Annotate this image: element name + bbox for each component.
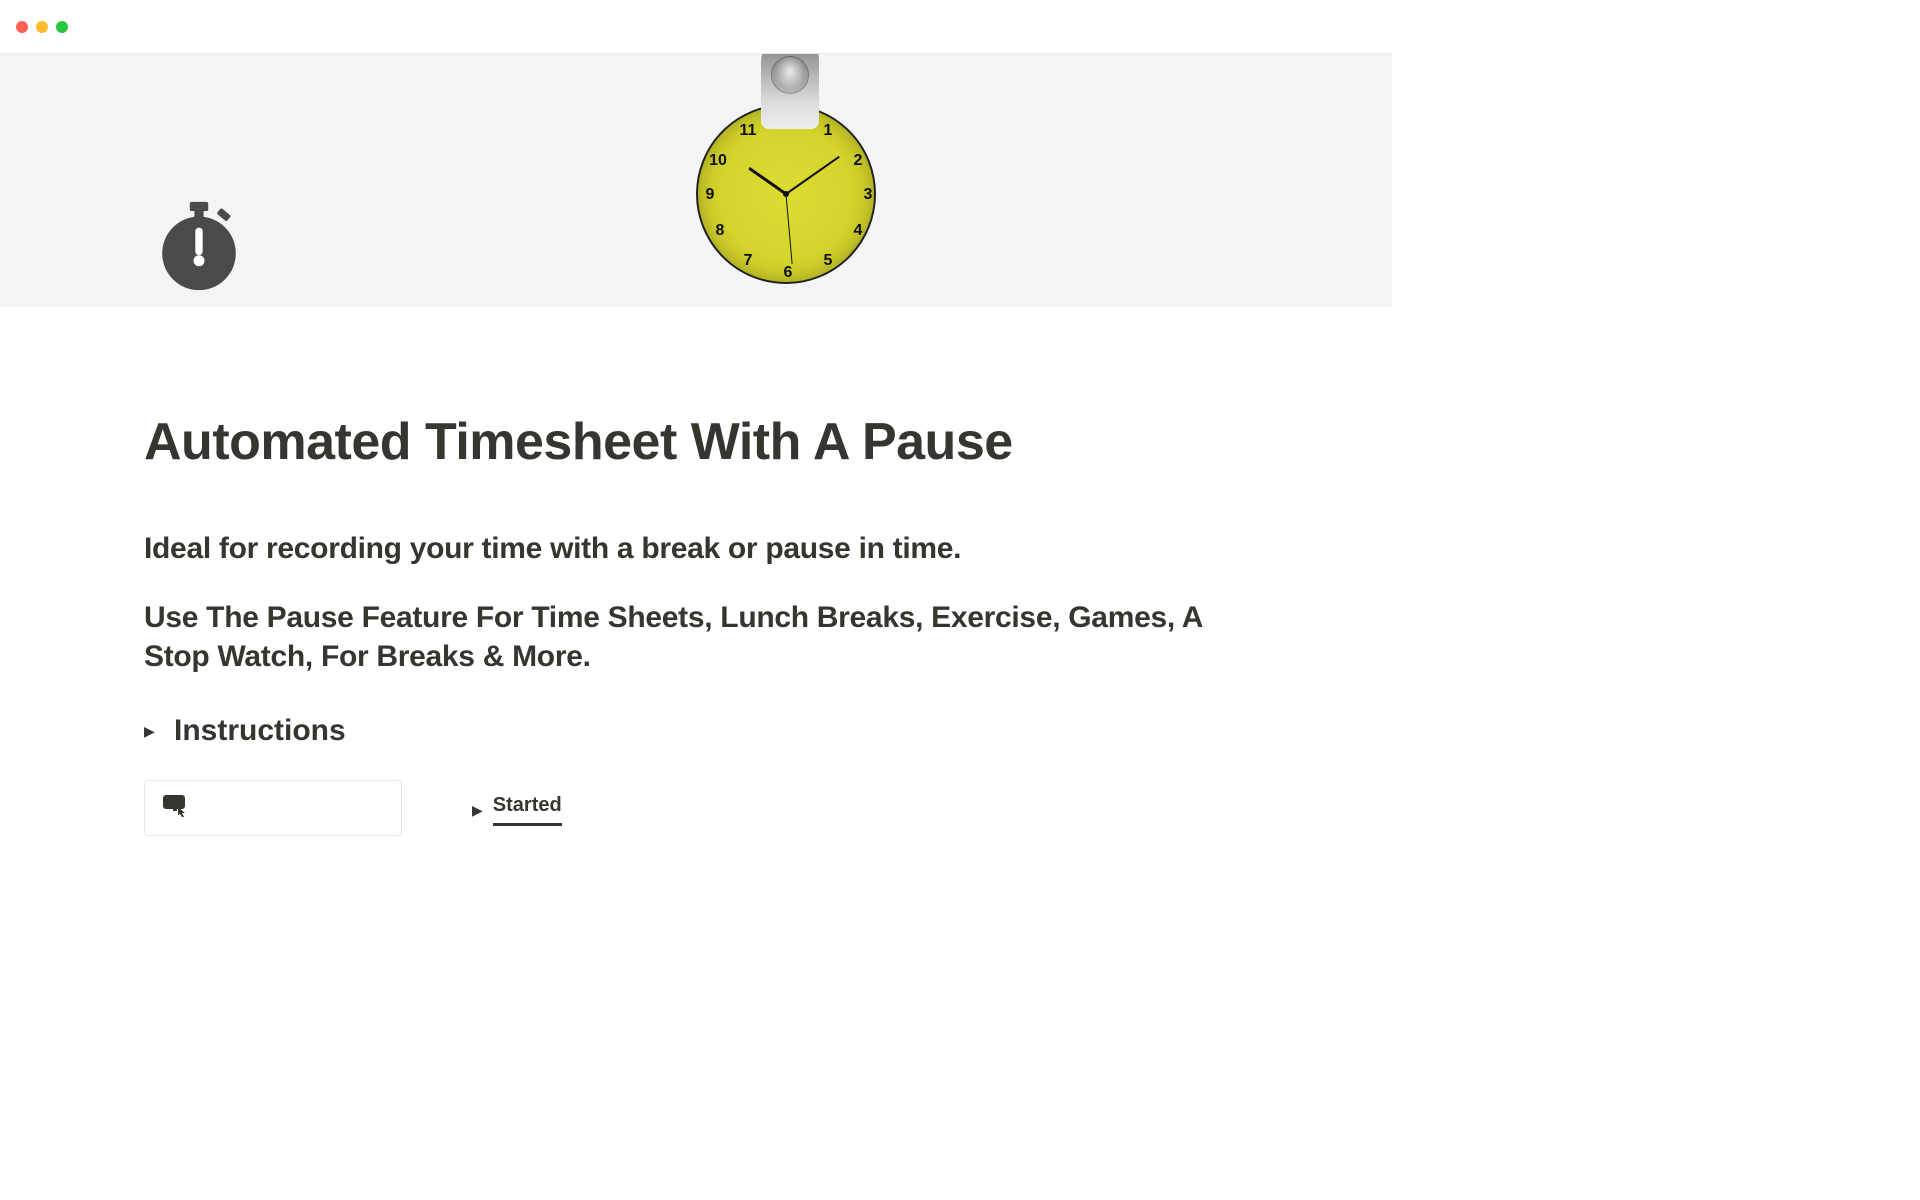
- maximize-button[interactable]: [56, 21, 68, 33]
- page-icon-stopwatch[interactable]: [153, 200, 245, 297]
- window-controls: [16, 21, 68, 33]
- started-tab[interactable]: ▶ Started: [472, 794, 562, 826]
- clock-hour-3: 3: [858, 186, 878, 204]
- clock-hour-9: 9: [700, 186, 720, 204]
- page-title: Automated Timesheet With A Pause: [144, 412, 1248, 472]
- clock-hour-4: 4: [848, 222, 868, 240]
- page-subtitle-1: Ideal for recording your time with a bre…: [144, 532, 1248, 566]
- page-subtitle-2: Use The Pause Feature For Time Sheets, L…: [144, 598, 1224, 676]
- clock-minute-hand: [785, 156, 839, 195]
- clock-second-hand: [786, 194, 793, 264]
- window-titlebar: [0, 0, 1392, 54]
- callout-box[interactable]: [144, 780, 402, 836]
- clock-hour-6: 6: [778, 264, 798, 282]
- stopwatch-icon: [153, 200, 245, 292]
- clock-hour-2: 2: [848, 152, 868, 170]
- instructions-label: Instructions: [174, 714, 346, 748]
- clock-center-pin: [783, 191, 789, 197]
- hand-image: [706, 54, 866, 149]
- clock-hour-hand: [748, 167, 787, 195]
- finger-thumb: [761, 54, 819, 129]
- started-tab-label: Started: [493, 794, 562, 826]
- minimize-button[interactable]: [36, 21, 48, 33]
- bottom-section: ▶ Started: [144, 780, 1248, 836]
- triangle-right-icon: ▶: [472, 802, 483, 819]
- close-button[interactable]: [16, 21, 28, 33]
- triangle-right-icon: ▶: [144, 723, 162, 740]
- clock-hour-5: 5: [818, 252, 838, 270]
- clock-hour-7: 7: [738, 252, 758, 270]
- instructions-toggle[interactable]: ▶ Instructions: [144, 714, 1248, 748]
- clock-hour-8: 8: [710, 222, 730, 240]
- pointer-click-icon: [161, 793, 189, 823]
- clock-hour-10: 10: [708, 152, 728, 170]
- page-content: Automated Timesheet With A Pause Ideal f…: [0, 307, 1392, 836]
